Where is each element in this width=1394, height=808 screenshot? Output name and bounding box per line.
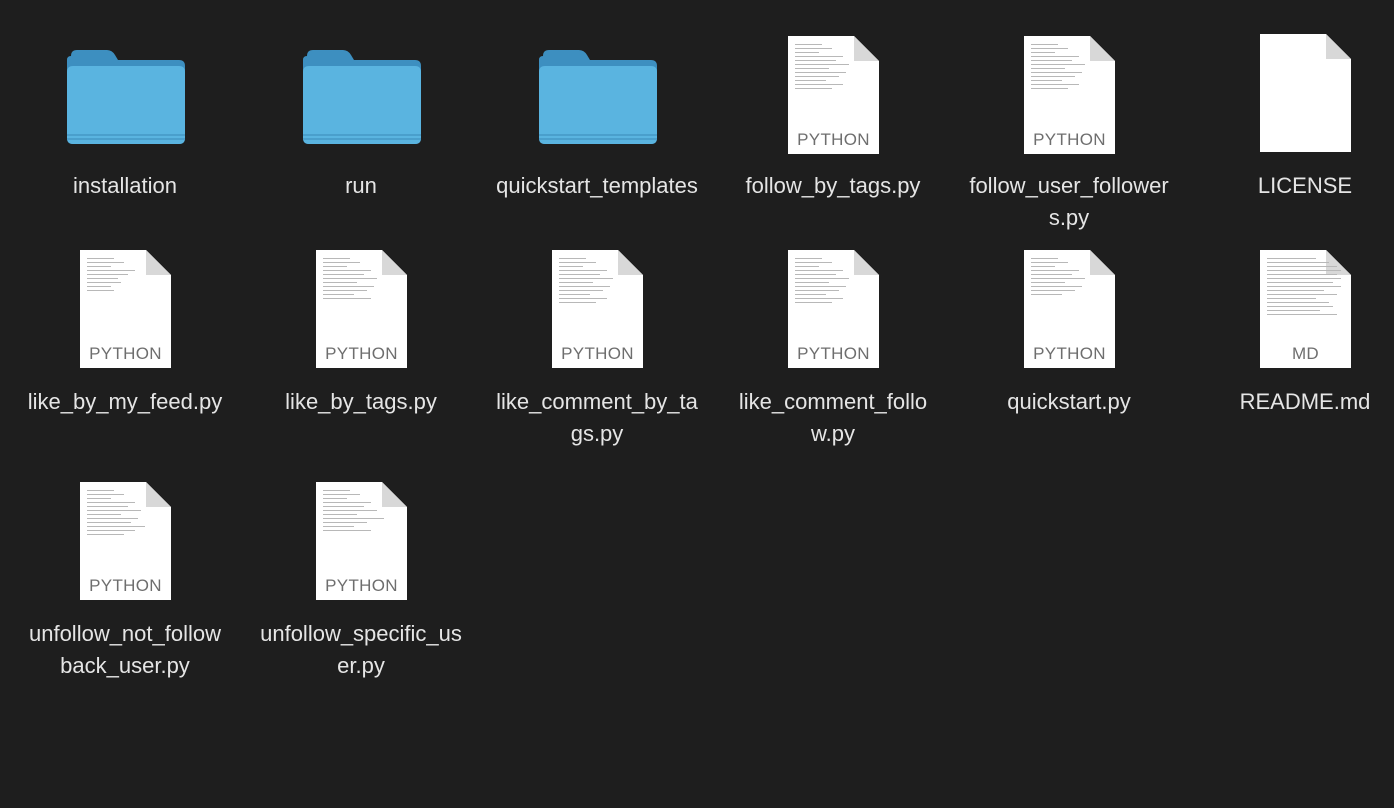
file-item-license[interactable]: LICENSE <box>1200 18 1394 233</box>
file-name: like_comment_follow.py <box>738 389 928 446</box>
file-kind-label: PYTHON <box>561 344 634 363</box>
file-item-follow-by-tags[interactable]: PYTHON follow_by_tags.py <box>728 18 938 233</box>
file-name: unfollow_not_followback_user.py <box>28 621 222 678</box>
python-file-icon: PYTHON <box>788 36 879 154</box>
file-kind-label: PYTHON <box>1033 344 1106 363</box>
python-file-icon: PYTHON <box>316 250 407 368</box>
file-kind-label: PYTHON <box>1033 130 1106 149</box>
file-item-quickstart[interactable]: PYTHON quickstart.py <box>964 250 1174 465</box>
file-name: run <box>345 173 377 198</box>
file-name: like_by_tags.py <box>285 389 437 414</box>
file-item-readme[interactable]: MD README.md <box>1200 250 1394 465</box>
python-file-icon: PYTHON <box>552 250 643 368</box>
finder-icon-grid: installation run quickstart_templates PY… <box>0 0 1394 808</box>
file-item-like-comment-by-tags[interactable]: PYTHON like_comment_by_tags.py <box>492 250 702 465</box>
python-file-icon: PYTHON <box>316 482 407 600</box>
file-item-like-by-tags[interactable]: PYTHON like_by_tags.py <box>256 250 466 465</box>
file-kind-label: PYTHON <box>89 576 162 595</box>
python-file-icon: PYTHON <box>80 482 171 600</box>
python-file-icon: PYTHON <box>1024 36 1115 154</box>
file-name: quickstart.py <box>1007 389 1131 414</box>
file-item-run[interactable]: run <box>256 18 466 233</box>
document-icon <box>1260 34 1351 152</box>
file-item-follow-user-followers[interactable]: PYTHON follow_user_followers.py <box>964 18 1174 233</box>
folder-icon <box>67 50 185 144</box>
file-name: unfollow_specific_user.py <box>260 621 462 678</box>
file-item-like-by-my-feed[interactable]: PYTHON like_by_my_feed.py <box>20 250 230 465</box>
file-name: installation <box>73 173 177 198</box>
markdown-file-icon: MD <box>1260 250 1351 368</box>
file-name: README.md <box>1239 389 1371 414</box>
file-kind-label: PYTHON <box>797 344 870 363</box>
file-name: LICENSE <box>1257 173 1353 198</box>
file-name: follow_by_tags.py <box>745 173 921 198</box>
file-item-quickstart-templates[interactable]: quickstart_templates <box>492 18 702 233</box>
file-name: like_comment_by_tags.py <box>496 389 698 446</box>
file-item-unfollow-specific-user[interactable]: PYTHON unfollow_specific_user.py <box>256 482 466 697</box>
file-kind-label: PYTHON <box>325 576 398 595</box>
file-item-like-comment-follow[interactable]: PYTHON like_comment_follow.py <box>728 250 938 465</box>
file-kind-label: MD <box>1291 344 1320 363</box>
file-name: quickstart_templates <box>496 173 698 198</box>
python-file-icon: PYTHON <box>788 250 879 368</box>
file-kind-label: PYTHON <box>89 344 162 363</box>
python-file-icon: PYTHON <box>80 250 171 368</box>
file-name: follow_user_followers.py <box>969 173 1169 230</box>
folder-icon <box>539 50 657 144</box>
file-item-unfollow-not-followback-user[interactable]: PYTHON unfollow_not_followback_user.py <box>20 482 230 697</box>
file-kind-label: PYTHON <box>325 344 398 363</box>
file-item-installation[interactable]: installation <box>20 18 230 233</box>
folder-icon <box>303 50 421 144</box>
file-name: like_by_my_feed.py <box>27 389 223 414</box>
file-kind-label: PYTHON <box>797 130 870 149</box>
python-file-icon: PYTHON <box>1024 250 1115 368</box>
